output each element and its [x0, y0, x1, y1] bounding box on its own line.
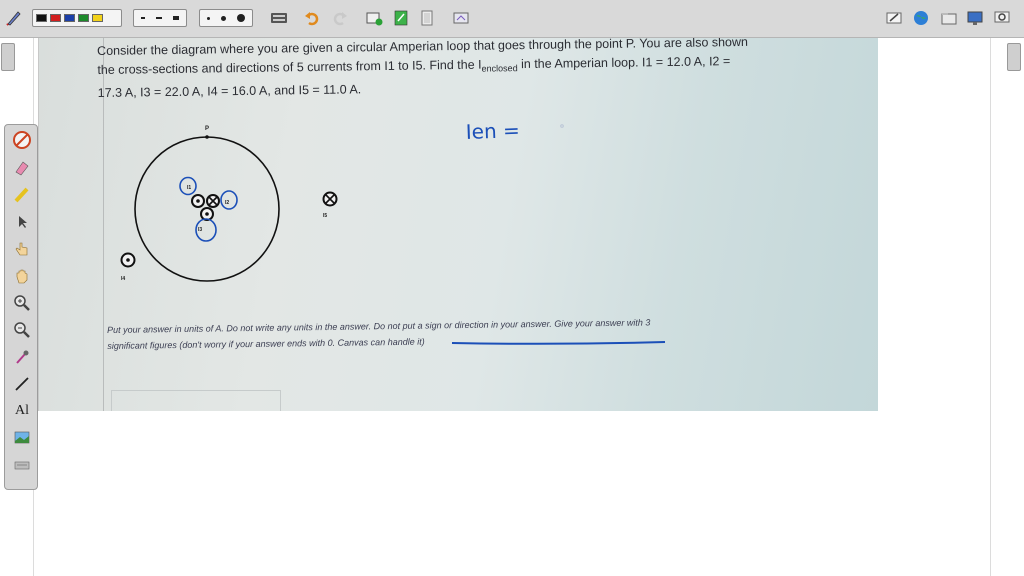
- text-tool-icon[interactable]: Al: [11, 400, 33, 422]
- redo-icon[interactable]: [330, 8, 350, 28]
- document-icon[interactable]: [392, 8, 410, 28]
- image-icon[interactable]: [11, 427, 33, 449]
- hand-pointer-icon[interactable]: [11, 238, 33, 260]
- color-swatch-black[interactable]: [36, 14, 47, 22]
- amperian-loop-diagram: P I1 I2 I3 I4 I5 Ien =: [120, 118, 666, 345]
- globe-icon[interactable]: [911, 8, 931, 28]
- pointer-icon[interactable]: [11, 211, 33, 233]
- page-edge-right: [990, 38, 991, 576]
- color-swatch-yellow[interactable]: [92, 14, 103, 22]
- point-p-label: P: [205, 126, 209, 132]
- pipette-icon[interactable]: [11, 346, 33, 368]
- line-style-solid[interactable]: [173, 16, 180, 20]
- line-width-small[interactable]: [207, 16, 210, 20]
- right-panel-toggle[interactable]: [1007, 43, 1021, 71]
- display-icon[interactable]: [965, 8, 985, 28]
- handwritten-answer: Ien =: [465, 118, 520, 144]
- point-p: [205, 135, 209, 139]
- undo-icon[interactable]: [302, 8, 322, 28]
- no-pen-icon[interactable]: [11, 129, 33, 151]
- line-width-medium[interactable]: [221, 15, 226, 21]
- hand-icon[interactable]: [11, 265, 33, 287]
- current-i2-label: I2: [225, 200, 229, 206]
- add-page-icon[interactable]: [364, 8, 384, 28]
- left-panel-toggle[interactable]: [1, 43, 15, 71]
- color-swatches: [32, 9, 122, 27]
- zoom-in-icon[interactable]: [11, 292, 33, 314]
- color-swatch-blue[interactable]: [64, 14, 75, 22]
- eraser-icon[interactable]: [11, 157, 33, 179]
- line-style-group: [133, 9, 187, 27]
- current-i4-label: I4: [121, 276, 125, 282]
- current-i3-label: I3: [198, 227, 202, 233]
- line-width-large[interactable]: [237, 14, 245, 22]
- top-toolbar: [0, 0, 1024, 38]
- line-width-group: [199, 9, 253, 27]
- settings-icon[interactable]: [992, 8, 1012, 28]
- screen-icon[interactable]: [451, 8, 471, 28]
- tool-palette: Al: [4, 124, 38, 490]
- edit-icon[interactable]: [884, 8, 904, 28]
- stamp-icon[interactable]: [11, 454, 33, 476]
- page-icon[interactable]: [418, 8, 436, 28]
- line-icon[interactable]: [11, 373, 33, 395]
- color-swatch-red[interactable]: [50, 14, 61, 22]
- zoom-out-icon[interactable]: [11, 319, 33, 341]
- keyboard-icon[interactable]: [268, 8, 290, 28]
- answer-box: [111, 390, 281, 411]
- stray-mark: [560, 124, 564, 128]
- pen-icon[interactable]: [4, 8, 24, 28]
- current-i5-label: I5: [323, 213, 327, 219]
- highlighter-icon[interactable]: [11, 184, 33, 206]
- color-swatch-green[interactable]: [78, 14, 89, 22]
- line-style-medium[interactable]: [156, 17, 163, 19]
- current-i1-label: I1: [187, 185, 191, 191]
- line-style-dashed[interactable]: [141, 17, 146, 19]
- folder-icon[interactable]: [939, 8, 959, 28]
- homework-photo: Consider the diagram where you are given…: [38, 38, 878, 411]
